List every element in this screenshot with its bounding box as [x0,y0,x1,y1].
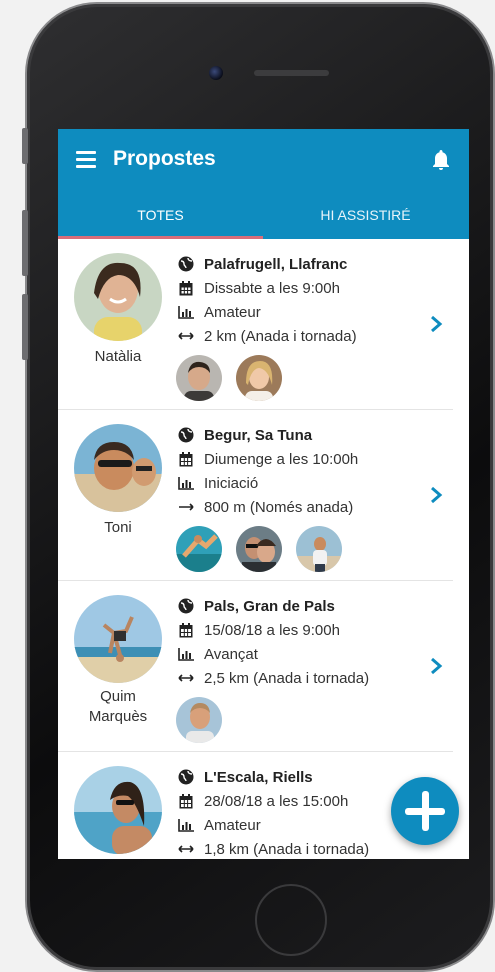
globe-icon [176,769,196,785]
level-chart-icon [176,646,196,662]
level-chart-icon [176,817,196,833]
attendee-avatar[interactable] [176,355,222,401]
double-arrow-icon [176,328,196,344]
proposal-distance: 2 km (Anada i tornada) [204,327,357,345]
proposal-card[interactable]: Quim Marquès Pals, Gran de Pals 15/08/18 … [58,581,453,752]
mute-switch [22,128,28,164]
page-title: Propostes [113,147,216,170]
double-arrow-icon [176,670,196,686]
attendee-avatar[interactable] [176,526,222,572]
attendees-list [176,355,296,401]
double-arrow-icon [176,841,196,857]
chevron-right-icon[interactable] [429,315,443,333]
level-chart-icon [176,475,196,491]
proposal-level: Amateur [204,816,261,834]
avatar [74,424,162,512]
attendee-avatar[interactable] [236,355,282,401]
proposal-date: 15/08/18 a les 9:00h [204,621,340,639]
organizer-name: Natàlia [94,348,142,365]
proposal-date: Diumenge a les 10:00h [204,450,359,468]
globe-icon [176,256,196,272]
proposal-distance: 2,5 km (Anada i tornada) [204,669,370,687]
add-proposal-button[interactable] [391,777,459,845]
calendar-icon [176,280,196,296]
globe-icon [176,598,196,614]
proposal-date: Dissabte a les 9:00h [204,279,340,297]
organizer-name: Quim Marquès [88,688,148,725]
app-bar: Propostes TOTES HI ASSISTIRÉ [58,129,469,239]
proposal-level: Avançat [204,645,258,663]
chevron-right-icon[interactable] [429,657,443,675]
attendee-avatar[interactable] [176,697,222,743]
tab-totes[interactable]: TOTES [58,207,263,223]
proposal-place: L'Escala, Riells [204,768,313,786]
proposal-place: Begur, Sa Tuna [204,426,313,444]
avatar [74,766,162,854]
attendees-list [176,697,236,743]
level-chart-icon [176,304,196,320]
proposals-list: Natàlia Palafrugell, Llafranc Dissabte a… [58,239,469,859]
app-screen: Propostes TOTES HI ASSISTIRÉ Natàlia Pal… [58,129,469,859]
earpiece-speaker [254,70,329,76]
volume-down-button [22,294,28,360]
avatar [74,595,162,683]
proposal-card[interactable]: Natàlia Palafrugell, Llafranc Dissabte a… [58,239,453,410]
home-button[interactable] [255,884,327,956]
tab-hi-assistire[interactable]: HI ASSISTIRÉ [263,207,468,223]
proposal-place: Pals, Gran de Pals [204,597,335,615]
calendar-icon [176,622,196,638]
calendar-icon [176,793,196,809]
bell-icon[interactable] [429,148,453,172]
avatar [74,253,162,341]
proposal-level: Iniciació [204,474,259,492]
proposal-level: Amateur [204,303,261,321]
attendees-list [176,526,356,572]
hamburger-icon[interactable] [76,151,96,168]
calendar-icon [176,451,196,467]
proposal-distance: 1,8 km (Anada i tornada) [204,840,370,858]
attendee-avatar[interactable] [236,526,282,572]
chevron-right-icon[interactable] [429,486,443,504]
globe-icon [176,427,196,443]
front-camera [209,66,223,80]
proposal-card[interactable]: Toni Begur, Sa Tuna Diumenge a les 10:00… [58,410,453,581]
attendee-avatar[interactable] [296,526,342,572]
proposal-date: 28/08/18 a les 15:00h [204,792,349,810]
proposal-place: Palafrugell, Llafranc [204,255,348,273]
organizer-name: Toni [104,519,132,536]
proposal-distance: 800 m (Només anada) [204,498,354,516]
arrow-right-icon [176,499,196,515]
volume-up-button [22,210,28,276]
